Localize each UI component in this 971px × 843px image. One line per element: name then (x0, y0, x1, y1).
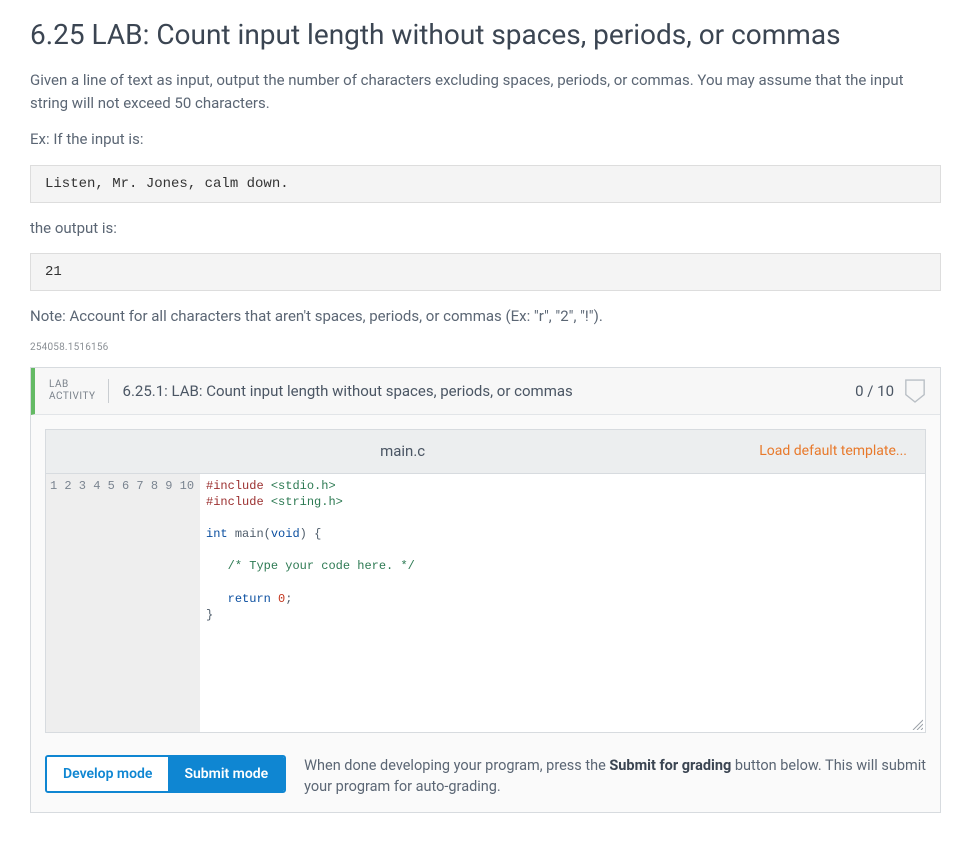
code-token: return (206, 592, 278, 606)
example-input-block: Listen, Mr. Jones, calm down. (30, 165, 941, 203)
example-input-label: Ex: If the input is: (30, 128, 941, 151)
lab-header: LAB ACTIVITY 6.25.1: LAB: Count input le… (31, 368, 940, 415)
example-output-label: the output is: (30, 217, 941, 240)
code-token: #include (206, 495, 264, 509)
lab-tag-line2: ACTIVITY (49, 391, 96, 403)
editor-tabbar: main.c Load default template... (45, 429, 926, 473)
page-id: 254058.1516156 (30, 342, 941, 353)
code-token: /* Type your code here. */ (206, 559, 415, 573)
page-title: 6.25 LAB: Count input length without spa… (30, 18, 941, 51)
mode-desc-bold: Submit for grading (609, 757, 731, 774)
lab-score: 0 / 10 (855, 382, 894, 400)
code-text[interactable]: #include <stdio.h> #include <string.h> i… (200, 474, 925, 732)
code-token: } (206, 608, 213, 622)
load-default-template-link[interactable]: Load default template... (759, 443, 925, 459)
code-token: <string.h> (264, 495, 343, 509)
code-token: void (271, 527, 300, 541)
lab-activity-tag: LAB ACTIVITY (49, 379, 109, 403)
mode-desc-pre: When done developing your program, press… (304, 757, 609, 774)
example-output-block: 21 (30, 253, 941, 291)
editor-area: main.c Load default template... 1 2 3 4 … (31, 415, 940, 813)
shield-icon (904, 378, 926, 404)
code-token: #include (206, 479, 264, 493)
lab-card: LAB ACTIVITY 6.25.1: LAB: Count input le… (30, 367, 941, 814)
submit-mode-button[interactable]: Submit mode (168, 757, 284, 791)
mode-description: When done developing your program, press… (304, 755, 926, 799)
editor-filename: main.c (46, 442, 759, 460)
lab-tag-line1: LAB (49, 379, 96, 391)
develop-mode-button[interactable]: Develop mode (47, 757, 168, 791)
lab-title: 6.25.1: LAB: Count input length without … (123, 382, 856, 400)
code-token: main( (228, 527, 271, 541)
code-editor[interactable]: 1 2 3 4 5 6 7 8 9 10 #include <stdio.h> … (45, 473, 926, 733)
mode-row: Develop mode Submit mode When done devel… (45, 733, 926, 799)
intro-text: Given a line of text as input, output th… (30, 69, 941, 114)
resize-handle-icon[interactable] (911, 718, 923, 730)
code-token: int (206, 527, 228, 541)
code-token: ) { (300, 527, 322, 541)
code-token: <stdio.h> (264, 479, 336, 493)
mode-toggle: Develop mode Submit mode (45, 755, 286, 793)
note-text: Note: Account for all characters that ar… (30, 305, 941, 328)
code-token: ; (285, 592, 292, 606)
line-number-gutter: 1 2 3 4 5 6 7 8 9 10 (46, 474, 200, 732)
